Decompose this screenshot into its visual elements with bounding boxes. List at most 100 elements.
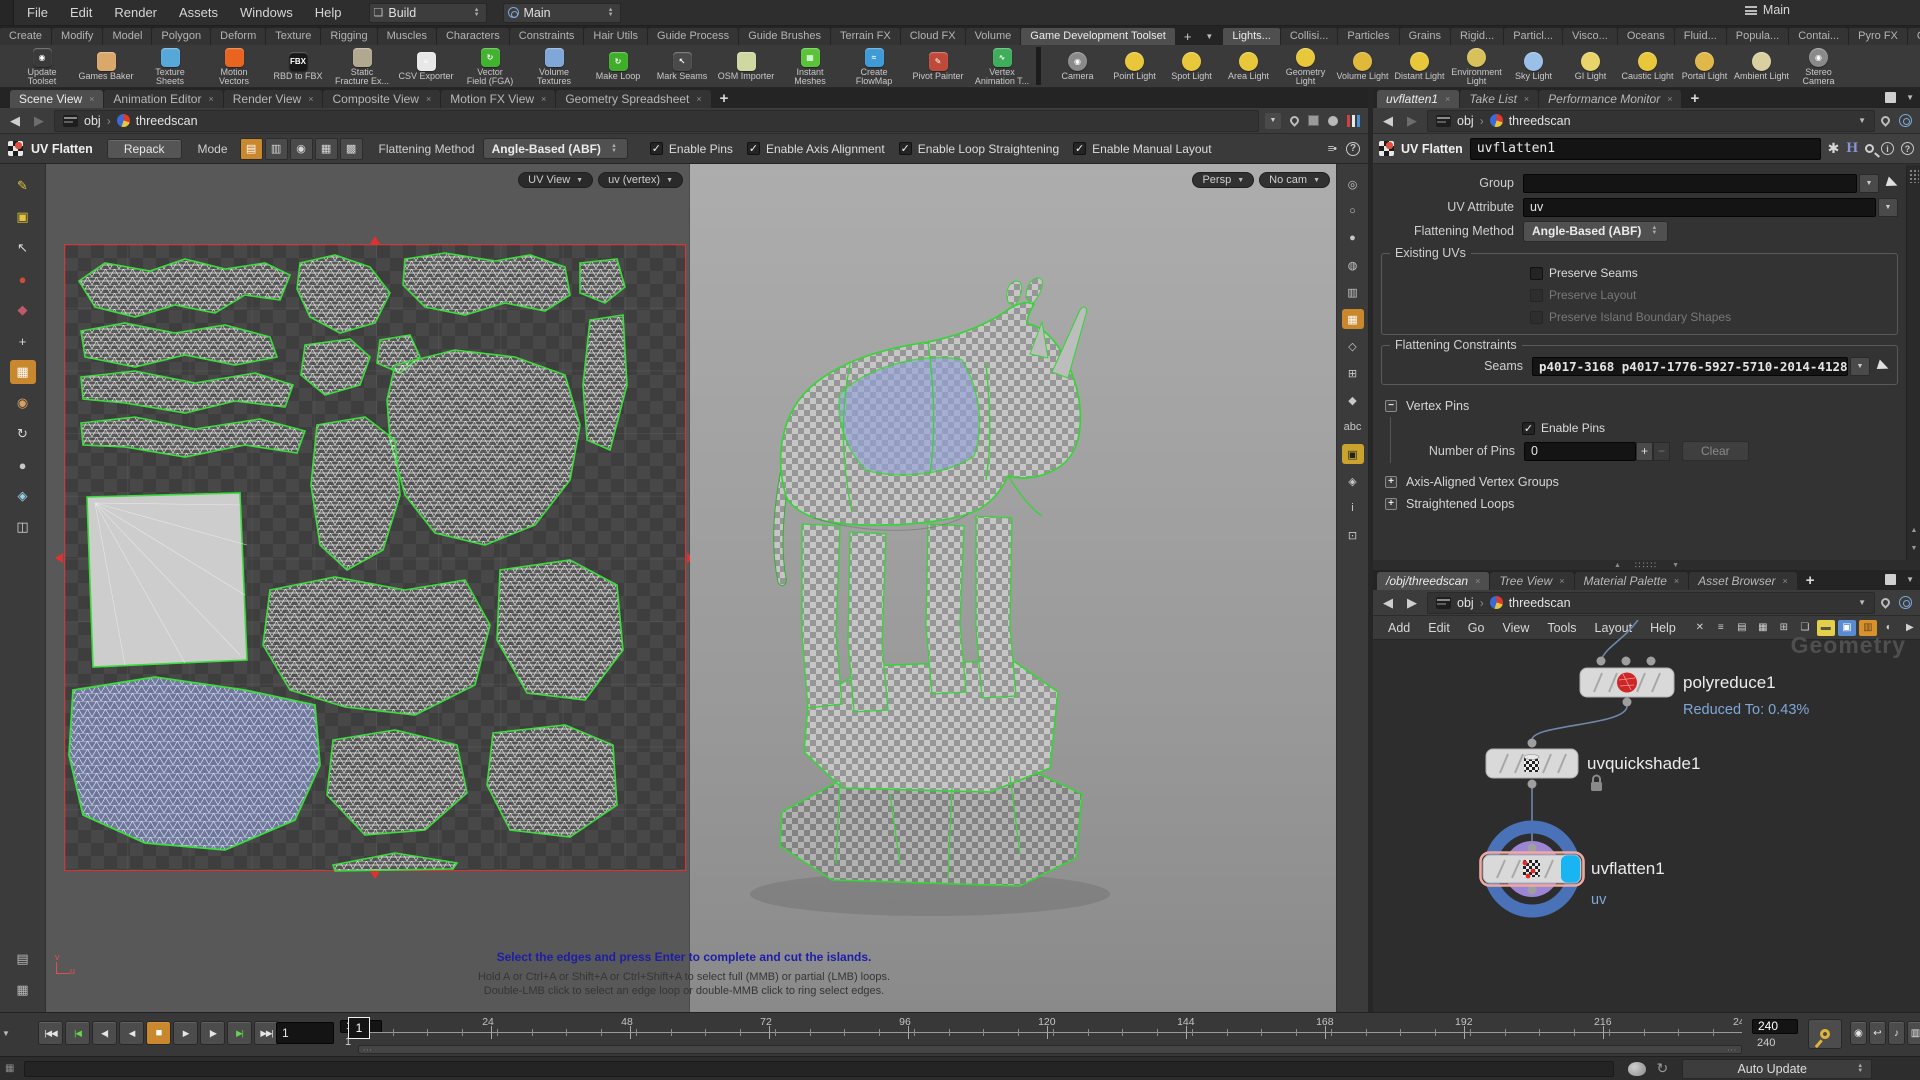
tool-update-toolset[interactable]: ◉ Update Toolset [10,46,74,87]
tool-motion-vectors[interactable]: Motion Vectors [202,46,266,87]
breadcrumb-parent[interactable]: obj [84,114,101,128]
close-tab-icon[interactable]: × [1445,90,1450,108]
tool-osm-importer[interactable]: OSM Importer [714,50,778,82]
add-pane-tab-button[interactable]: + [712,90,737,108]
tool-make-loop[interactable]: ↻ Make Loop [586,50,650,82]
tool-area-light[interactable]: Area Light [1220,50,1277,82]
desktop-menu[interactable]: Main [1745,3,1790,17]
path-dropdown-icon[interactable]: ▼ [1265,113,1281,129]
uv-layout-canvas[interactable] [64,244,686,871]
follow-selection-icon[interactable] [1899,596,1912,609]
view-selector[interactable]: Persp ▼ [1192,172,1254,188]
shelf-tab[interactable]: Create [0,28,51,45]
pane-tab[interactable]: Composite View × [323,90,440,108]
pane-tab[interactable]: Scene View × [10,90,103,108]
shelf-tab[interactable]: Volume [966,28,1021,45]
menu-item[interactable]: Assets [168,0,229,25]
uv-attribute-selector[interactable]: uv (vertex) ▼ [598,172,683,188]
splitter-up-icon[interactable]: ▲ [1614,562,1621,569]
rotate-tool-icon[interactable]: ↻ [10,422,36,446]
mirror-tool-icon[interactable]: ◫ [10,515,36,539]
shelf-tab[interactable]: Modify [52,28,102,45]
pane-tab[interactable]: Asset Browser × [1689,572,1797,590]
mode-align-icon[interactable]: ▦ [315,138,338,160]
add-pane-tab-button[interactable]: + [1682,90,1707,108]
seams-field[interactable]: p4017-3168 p4017-1776-5927-5710-2014-412… [1532,357,1848,376]
shelf-set-selector[interactable]: Main ▲▼ [503,3,621,23]
decrement-icon[interactable]: − [1653,442,1670,461]
display-options-icon[interactable]: ≡• [1328,143,1336,155]
close-tab-icon[interactable]: × [208,90,213,108]
splitter-grip-icon[interactable]: ∷∷∷ [1635,560,1658,571]
sphere-tool-icon[interactable]: ● [10,453,36,477]
nav-back-icon[interactable]: ◀ [6,113,24,129]
tool-ambient-light[interactable]: Ambient Light [1733,50,1790,82]
params-scrollbar[interactable]: ▲ ▼ [1906,165,1920,560]
info-display-icon[interactable]: i [1342,498,1364,518]
handles-display-icon[interactable]: ◆ [1342,390,1364,410]
spinner-icon[interactable]: ▲▼ [606,8,616,18]
add-pane-tab-button[interactable]: + [1798,572,1823,590]
help-icon[interactable]: ? [1346,142,1360,156]
tool-caustic-light[interactable]: Caustic Light [1619,50,1676,82]
pane-tab[interactable]: Tree View × [1490,572,1573,590]
tool-sky-light[interactable]: Sky Light [1505,50,1562,82]
chevron-down-icon[interactable]: ▼ [1858,598,1866,607]
tool-geometry-light[interactable]: Geometry Light [1277,46,1334,87]
shelf-tab[interactable]: Cloud FX [901,28,965,45]
search-icon[interactable] [1865,144,1874,153]
shelf-tab[interactable]: Terrain FX [831,28,900,45]
pose-tool-icon[interactable]: ◉ [10,391,36,415]
uv-viewport[interactable]: UV View ▼ uv (vertex) ▼ [46,164,690,1012]
pane-tab[interactable]: Motion FX View × [441,90,555,108]
shade-mode-icon[interactable]: ○ [1342,201,1364,221]
view-tool-icon[interactable]: ✎ [10,174,36,198]
mode-islands-icon[interactable]: ▤ [240,138,263,160]
select-tool-icon[interactable]: ↖ [10,236,36,260]
geo-brush-icon[interactable]: ▣ [10,205,36,229]
shelf-tab[interactable]: Pyro FX [1849,28,1907,45]
breadcrumb[interactable]: obj › threedscan ▼ [1427,110,1875,132]
shelf-tab[interactable]: Particles [1338,28,1398,45]
group-field[interactable] [1523,174,1857,193]
tool-camera[interactable]: ◉ Camera [1049,50,1106,82]
close-tab-icon[interactable]: × [1674,572,1679,590]
add-shelf-tab-button[interactable]: + [1176,28,1200,45]
step-forward-button[interactable]: |▶ [200,1021,225,1045]
pane-tab[interactable]: uvflatten1 × [1377,90,1459,108]
pane-tab[interactable]: /obj/threedscan × [1377,572,1489,590]
range-end-field[interactable]: 240 [1752,1019,1798,1034]
shelf-tab[interactable]: Characters [437,28,509,45]
link-cube-icon[interactable] [1308,115,1319,126]
close-tab-icon[interactable]: × [1475,572,1480,590]
shelf-tab[interactable]: Guide Process [648,28,738,45]
uv-attribute-field[interactable]: uv [1523,198,1876,217]
mode-layout-icon[interactable]: ▩ [340,138,363,160]
shelf-tab[interactable]: Texture [266,28,320,45]
link-ball-icon[interactable] [1328,116,1338,126]
persp-viewport[interactable]: Persp ▼ No cam ▼ [690,164,1336,1012]
move-tool-icon[interactable]: + [10,329,36,353]
stop-button[interactable]: ■ [146,1021,171,1045]
tool-mark-seams[interactable]: ↖ Mark Seams [650,50,714,82]
shelf-tab[interactable]: Deform [211,28,265,45]
next-key-button[interactable]: ▶| [227,1021,252,1045]
breadcrumb-parent[interactable]: obj [1457,596,1474,610]
nav-forward-icon[interactable]: ▶ [1403,113,1421,129]
close-tab-icon[interactable]: × [89,90,94,108]
houdini-help-icon[interactable]: H [1846,140,1858,157]
pin-icon[interactable] [1288,114,1301,127]
transform-handle[interactable] [370,236,380,244]
playhead[interactable]: 1 [348,1017,370,1039]
preserve-seams-checkbox[interactable]: ✓ Preserve Seams [1530,266,1638,280]
mode-pins-icon[interactable]: ◉ [290,138,313,160]
refresh-icon[interactable]: ↻ [1656,1060,1668,1077]
uv-attribute-dropdown-icon[interactable]: ▼ [1878,198,1898,217]
shelf-tab[interactable]: Polygon [152,28,210,45]
breadcrumb-node[interactable]: threedscan [1509,114,1571,128]
scroll-grip-icon[interactable]: ∙∙∙ [1727,1047,1737,1053]
scroll-grip-icon[interactable] [1909,169,1919,183]
pane-tab[interactable]: Render View × [224,90,323,108]
tool-games-baker[interactable]: Games Baker [74,50,138,82]
viewport[interactable]: ✎▣↖●◆+▦◉↻●◈◫ ▤▦ UV View ▼ uv (vertex) ▼ [0,164,1368,1012]
